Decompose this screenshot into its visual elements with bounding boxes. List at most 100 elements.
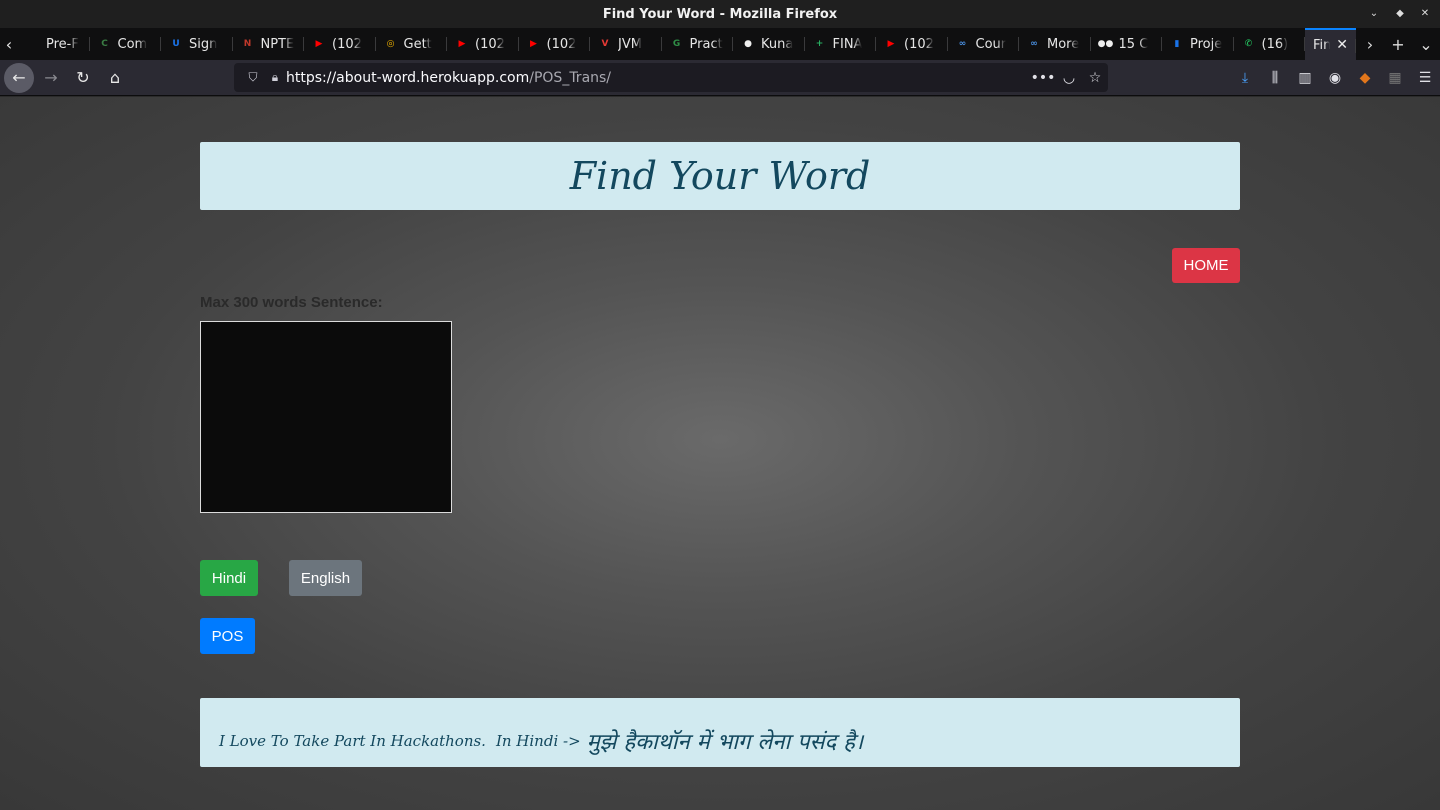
tab[interactable]: ▶ (102 xyxy=(447,28,519,60)
maximize-icon[interactable]: ◆ xyxy=(1392,5,1408,21)
tab[interactable]: ▶ (102 xyxy=(304,28,376,60)
header-banner: Find Your Word xyxy=(200,142,1240,210)
tab-label: More xyxy=(1047,36,1080,52)
metamask-icon[interactable]: ◆ xyxy=(1350,70,1380,86)
tab[interactable]: C Com xyxy=(90,28,162,60)
navigation-toolbar: ← → ↻ ⌂ ⛉ 🔒︎ https://about-word.herokuap… xyxy=(0,60,1440,96)
youtube-icon: ▶ xyxy=(887,39,895,49)
tab[interactable]: U Sign xyxy=(161,28,233,60)
new-tab-icon[interactable]: + xyxy=(1384,35,1412,54)
tab-label: Kuna xyxy=(761,36,794,52)
tab-label: Cour xyxy=(975,36,1007,52)
youtube-icon: ▶ xyxy=(530,39,537,49)
pocket-icon[interactable]: ◡ xyxy=(1056,70,1082,86)
sidebar-icon[interactable]: ▥ xyxy=(1290,70,1320,86)
tab-label: (102 xyxy=(904,36,934,52)
url-path: /POS_Trans/ xyxy=(529,69,612,86)
tab-label: 15 C xyxy=(1118,36,1149,52)
english-button[interactable]: English xyxy=(289,560,362,596)
tabs-scroll-left-icon[interactable]: ‹ xyxy=(0,28,18,60)
tab[interactable]: N NPTE xyxy=(233,28,305,60)
address-bar[interactable]: ⛉ 🔒︎ https://about-word.herokuapp.com/PO… xyxy=(234,63,1108,92)
tab-label: (102 xyxy=(332,36,362,52)
tab-label: Pract xyxy=(689,36,723,52)
tab-label: Gett xyxy=(403,36,432,52)
extension-icon[interactable]: ▦ xyxy=(1380,70,1410,86)
result-hindi-text: मुझे हैकाथॉन में भाग लेना पसंद है। xyxy=(586,729,864,755)
close-tab-icon[interactable]: ✕ xyxy=(1336,37,1348,53)
bookmark-star-icon[interactable]: ☆ xyxy=(1082,70,1108,86)
home-icon[interactable]: ⌂ xyxy=(100,63,130,93)
home-button[interactable]: HOME xyxy=(1172,248,1240,283)
window-titlebar: Find Your Word - Mozilla Firefox ⌄ ◆ ✕ xyxy=(0,0,1440,28)
tab-label: Sign xyxy=(189,36,218,52)
toolbar-right: ⤓ ⫼ ▥ ◉ ◆ ▦ ☰ xyxy=(1230,63,1440,93)
account-icon[interactable]: ◉ xyxy=(1320,70,1350,86)
tab[interactable]: Pre-F xyxy=(18,28,90,60)
sentence-input-label: Max 300 words Sentence: xyxy=(200,294,383,311)
tabs-scroll-right-icon[interactable]: › xyxy=(1356,35,1384,54)
nptel-icon: N xyxy=(243,39,252,49)
forward-icon[interactable]: → xyxy=(36,63,66,93)
reload-icon[interactable]: ↻ xyxy=(68,63,98,93)
page-content: Find Your Word HOME Max 300 words Senten… xyxy=(0,97,1440,810)
youtube-icon: ▶ xyxy=(458,39,466,49)
pos-button[interactable]: POS xyxy=(200,618,255,654)
tab[interactable]: + FINA xyxy=(805,28,877,60)
tab-label: Com xyxy=(117,36,148,52)
getting-started-icon: ◎ xyxy=(386,39,395,49)
blank-page-icon xyxy=(26,37,40,51)
whatsapp-icon: ✆ xyxy=(1244,39,1253,49)
hindi-button[interactable]: Hindi xyxy=(200,560,258,596)
tab[interactable]: ▶ (102 xyxy=(519,28,591,60)
tab-active[interactable]: Find Y ✕ xyxy=(1305,28,1356,60)
medium-icon: ●● xyxy=(1097,39,1114,49)
tab[interactable]: ●● 15 C xyxy=(1091,28,1163,60)
sheets-plus-icon: + xyxy=(815,39,824,49)
tab[interactable]: ∞ Cour xyxy=(948,28,1020,60)
downloads-icon[interactable]: ⤓ xyxy=(1230,70,1260,86)
sentence-input[interactable] xyxy=(200,321,452,513)
menu-icon[interactable]: ☰ xyxy=(1410,70,1440,86)
tab-label: (16) xyxy=(1261,36,1289,52)
minimize-icon[interactable]: ⌄ xyxy=(1366,5,1382,21)
tab[interactable]: ∞ More xyxy=(1019,28,1091,60)
page-actions-icon[interactable]: ••• xyxy=(1030,70,1056,86)
back-icon[interactable]: ← xyxy=(4,62,34,93)
tab[interactable]: ✆ (16) xyxy=(1234,28,1306,60)
library-icon[interactable]: ⫼ xyxy=(1260,70,1290,86)
tab-label: Pre-F xyxy=(46,36,79,52)
udemy-icon: U xyxy=(172,39,180,49)
tab-label: JVM xyxy=(618,36,642,52)
infinity-icon: ∞ xyxy=(958,39,967,49)
tab-label: (102 xyxy=(546,36,577,52)
address-bar-actions: ••• ◡ ☆ xyxy=(1030,70,1108,86)
tracking-shield-icon[interactable]: ⛉ xyxy=(242,70,264,85)
youtube-icon: ▶ xyxy=(315,39,323,49)
tab[interactable]: ◎ Gett xyxy=(376,28,448,60)
translation-result: I Love To Take Part In Hackathons. In Hi… xyxy=(200,698,1240,767)
close-window-icon[interactable]: ✕ xyxy=(1417,5,1433,21)
tab[interactable]: ▶ (102 xyxy=(876,28,948,60)
url-host: https://about-word.herokuapp.com xyxy=(286,69,530,86)
tab[interactable]: V JVM xyxy=(590,28,662,60)
lock-icon[interactable]: 🔒︎ xyxy=(264,70,286,85)
tab-list: Pre-F C Com U Sign N NPTE ▶ (102 ◎ Gett ▶ (102 ▶ (102 V… xyxy=(18,28,1305,60)
codechef-icon: C xyxy=(101,39,108,49)
tab-strip: ‹ Pre-F C Com U Sign N NPTE ▶ (102 ◎ Gett ▶ (102 ▶ (10… xyxy=(0,28,1440,60)
tab[interactable]: G Pract xyxy=(662,28,734,60)
github-icon: ● xyxy=(744,39,752,49)
list-all-tabs-icon[interactable]: ⌄ xyxy=(1412,35,1440,54)
result-english-text: I Love To Take Part In Hackathons. xyxy=(219,731,486,750)
tab-label: NPTE xyxy=(260,36,295,52)
window-title: Find Your Word - Mozilla Firefox xyxy=(602,6,838,22)
page-title: Find Your Word xyxy=(569,154,871,198)
v-logo-icon: V xyxy=(601,39,609,49)
infinity-icon: ∞ xyxy=(1030,39,1038,49)
tab[interactable]: ● Kuna xyxy=(733,28,805,60)
tab-strip-controls: › + ⌄ xyxy=(1356,35,1440,54)
tab-label: Find Y xyxy=(1313,37,1330,53)
tab-label: Proje xyxy=(1190,36,1223,52)
result-hindi-prefix: In Hindi -> xyxy=(495,731,581,750)
tab[interactable]: ▮ Proje xyxy=(1162,28,1234,60)
